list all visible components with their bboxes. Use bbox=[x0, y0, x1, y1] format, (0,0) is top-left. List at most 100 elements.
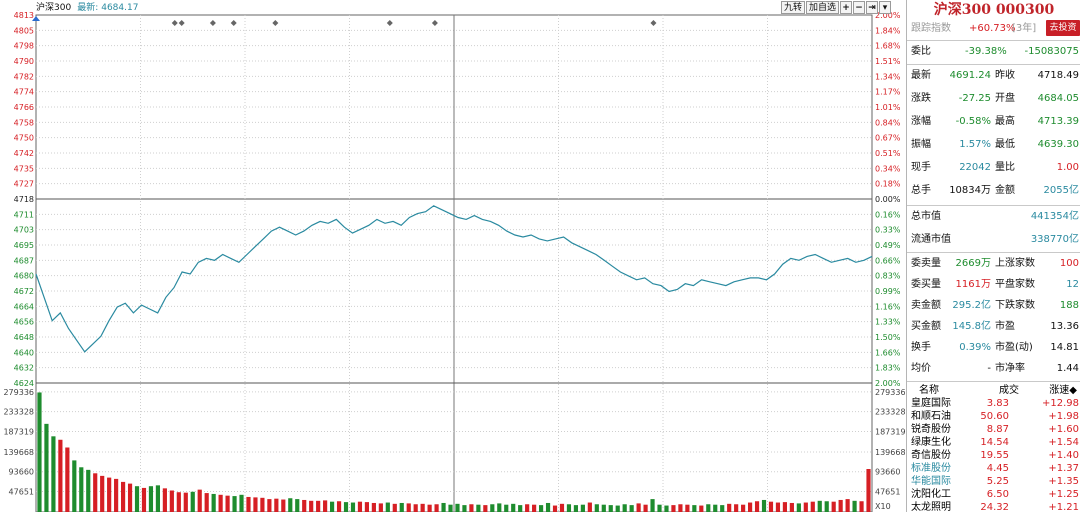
stock-row[interactable]: 和顺石油 50.60 +1.98 bbox=[909, 410, 1079, 423]
volume-bar bbox=[699, 505, 704, 512]
price-tick-label: 4672 bbox=[14, 287, 34, 296]
volume-bar bbox=[239, 494, 244, 512]
stock-name: 奇信股份 bbox=[911, 450, 951, 461]
add-watchlist-button[interactable]: 加自选 bbox=[806, 1, 840, 14]
pct-tick-label: 1.01% bbox=[875, 103, 901, 112]
volume-bar bbox=[211, 493, 216, 512]
stock-speed: +1.37 bbox=[1048, 463, 1079, 474]
pct-tick-label: 0.49% bbox=[875, 241, 901, 250]
pct-tick-label: 0.16% bbox=[875, 210, 901, 219]
cap-row: 总市值 441354亿 bbox=[909, 208, 1079, 226]
track-row: 跟踪指数 +60.73% [3年] 去投资 bbox=[909, 20, 1080, 38]
price-tick-label: 4798 bbox=[14, 42, 34, 51]
volume-bar bbox=[490, 504, 495, 512]
pct-tick-label: 0.18% bbox=[875, 180, 901, 189]
stock-row[interactable]: 华能国际 5.25 +1.35 bbox=[909, 475, 1079, 488]
event-marker bbox=[272, 20, 279, 26]
zoom-out-button[interactable]: − bbox=[853, 1, 866, 14]
stock-row[interactable]: 锐奇股份 8.87 +1.60 bbox=[909, 423, 1079, 436]
volume-bar bbox=[309, 500, 314, 512]
stock-price: 3.83 bbox=[986, 398, 1009, 409]
volume-bar bbox=[253, 497, 258, 512]
stat-label: 均价 bbox=[911, 363, 931, 374]
jiuzhuan-button[interactable]: 九转 bbox=[781, 1, 806, 14]
stock-row[interactable]: 沈阳化工 6.50 +1.25 bbox=[909, 488, 1079, 501]
chart-canvas[interactable]: 4813 2.00% 4805 1.84% 4798 1.68% 4790 1.51% 4782… bbox=[0, 0, 905, 512]
price-tick-label: 4703 bbox=[14, 226, 34, 235]
stat-label: 市净率 bbox=[995, 363, 1025, 374]
price-tick-label: 4758 bbox=[14, 118, 34, 127]
volume-bar bbox=[497, 503, 502, 512]
stock-speed: +1.98 bbox=[1048, 411, 1079, 422]
stock-name: 沈阳化工 bbox=[911, 489, 951, 500]
volume-bar bbox=[190, 491, 195, 512]
stat-value: 2669万 bbox=[955, 258, 991, 269]
quote-row: 现手 22042 量比 1.00 bbox=[909, 159, 1079, 177]
quote-label: 最高 bbox=[995, 116, 1015, 127]
volume-bar bbox=[782, 502, 788, 512]
volume-bar bbox=[72, 460, 77, 512]
volume-bar bbox=[162, 488, 167, 512]
stock-speed: +1.60 bbox=[1048, 424, 1079, 435]
stat-label: 平盘家数 bbox=[995, 279, 1035, 290]
jump-end-button[interactable]: ⇥ bbox=[866, 1, 879, 14]
volume-bar bbox=[58, 439, 63, 512]
volume-bar bbox=[225, 495, 230, 512]
stock-row[interactable]: 皇庭国际 3.83 +12.98 bbox=[909, 397, 1079, 410]
stock-row[interactable]: 奇信股份 19.55 +1.40 bbox=[909, 449, 1079, 462]
price-tick-label: 4656 bbox=[14, 318, 34, 327]
weibi-row: 委比 -39.38% -15083075 bbox=[909, 43, 1079, 61]
pct-tick-label: 1.84% bbox=[875, 26, 901, 35]
volume-bar bbox=[107, 477, 112, 512]
pct-tick-label: 0.00% bbox=[875, 195, 901, 204]
stat-label: 市盈(动) bbox=[995, 342, 1033, 353]
volume-bar bbox=[441, 502, 446, 512]
quote-label: 金额 bbox=[995, 185, 1015, 196]
volume-bar bbox=[288, 498, 293, 512]
volume-bar bbox=[754, 501, 760, 512]
stock-price: 6.50 bbox=[986, 489, 1009, 500]
volume-tick-label: 279336 bbox=[3, 388, 34, 397]
stat-row: 买金额 145.8亿 市盈 13.36 bbox=[909, 318, 1079, 336]
pct-tick-label: 1.50% bbox=[875, 333, 901, 342]
stock-row[interactable]: 太龙照明 24.32 +1.21 bbox=[909, 501, 1079, 514]
intraday-chart[interactable]: 4813 2.00% 4805 1.84% 4798 1.68% 4790 1.51% 4782… bbox=[0, 0, 905, 512]
volume-bar bbox=[392, 503, 397, 512]
volume-bar bbox=[594, 504, 599, 512]
list-header-price[interactable]: 成交 bbox=[999, 384, 1019, 397]
volume-bar bbox=[587, 502, 592, 512]
volume-bar bbox=[79, 467, 84, 512]
volume-tick-label: 187319 bbox=[875, 427, 905, 436]
weibi-pct: -39.38% bbox=[965, 46, 1007, 57]
volume-bar bbox=[692, 505, 697, 512]
volume-bar bbox=[295, 499, 300, 512]
volume-bar bbox=[232, 496, 237, 512]
volume-bar bbox=[413, 504, 418, 512]
pct-tick-label: 2.00% bbox=[875, 379, 901, 388]
stock-row[interactable]: 标准股份 4.45 +1.37 bbox=[909, 462, 1079, 475]
volume-bar bbox=[608, 505, 613, 512]
volume-bar bbox=[727, 503, 732, 512]
volume-bar bbox=[552, 505, 558, 512]
volume-tick-label: 233328 bbox=[3, 408, 34, 417]
volume-tick-label: 139668 bbox=[3, 448, 34, 457]
quote-label: 现手 bbox=[911, 162, 931, 173]
zoom-in-button[interactable]: + bbox=[840, 1, 853, 14]
stock-name: 和顺石油 bbox=[911, 411, 951, 422]
volume-bar bbox=[343, 502, 349, 512]
weibi-diff: -15083075 bbox=[1024, 46, 1079, 57]
volume-bar bbox=[218, 494, 223, 512]
volume-bar bbox=[504, 504, 509, 512]
invest-button[interactable]: 去投资 bbox=[1046, 20, 1080, 36]
pct-tick-label: 0.66% bbox=[875, 256, 901, 265]
list-header-speed[interactable]: 涨速◆ bbox=[1049, 384, 1077, 397]
track-label: 跟踪指数 bbox=[911, 23, 951, 34]
price-tick-label: 4640 bbox=[14, 348, 34, 357]
stock-row[interactable]: 绿康生化 14.54 +1.54 bbox=[909, 436, 1079, 449]
price-tick-label: 4750 bbox=[14, 134, 34, 143]
volume-tick-label: 93660 bbox=[9, 468, 34, 477]
volume-bar bbox=[93, 473, 98, 512]
list-header-name[interactable]: 名称 bbox=[919, 384, 939, 397]
chart-menu-button[interactable]: ▾ bbox=[879, 1, 892, 14]
volume-tick-label: 47651 bbox=[9, 488, 34, 497]
